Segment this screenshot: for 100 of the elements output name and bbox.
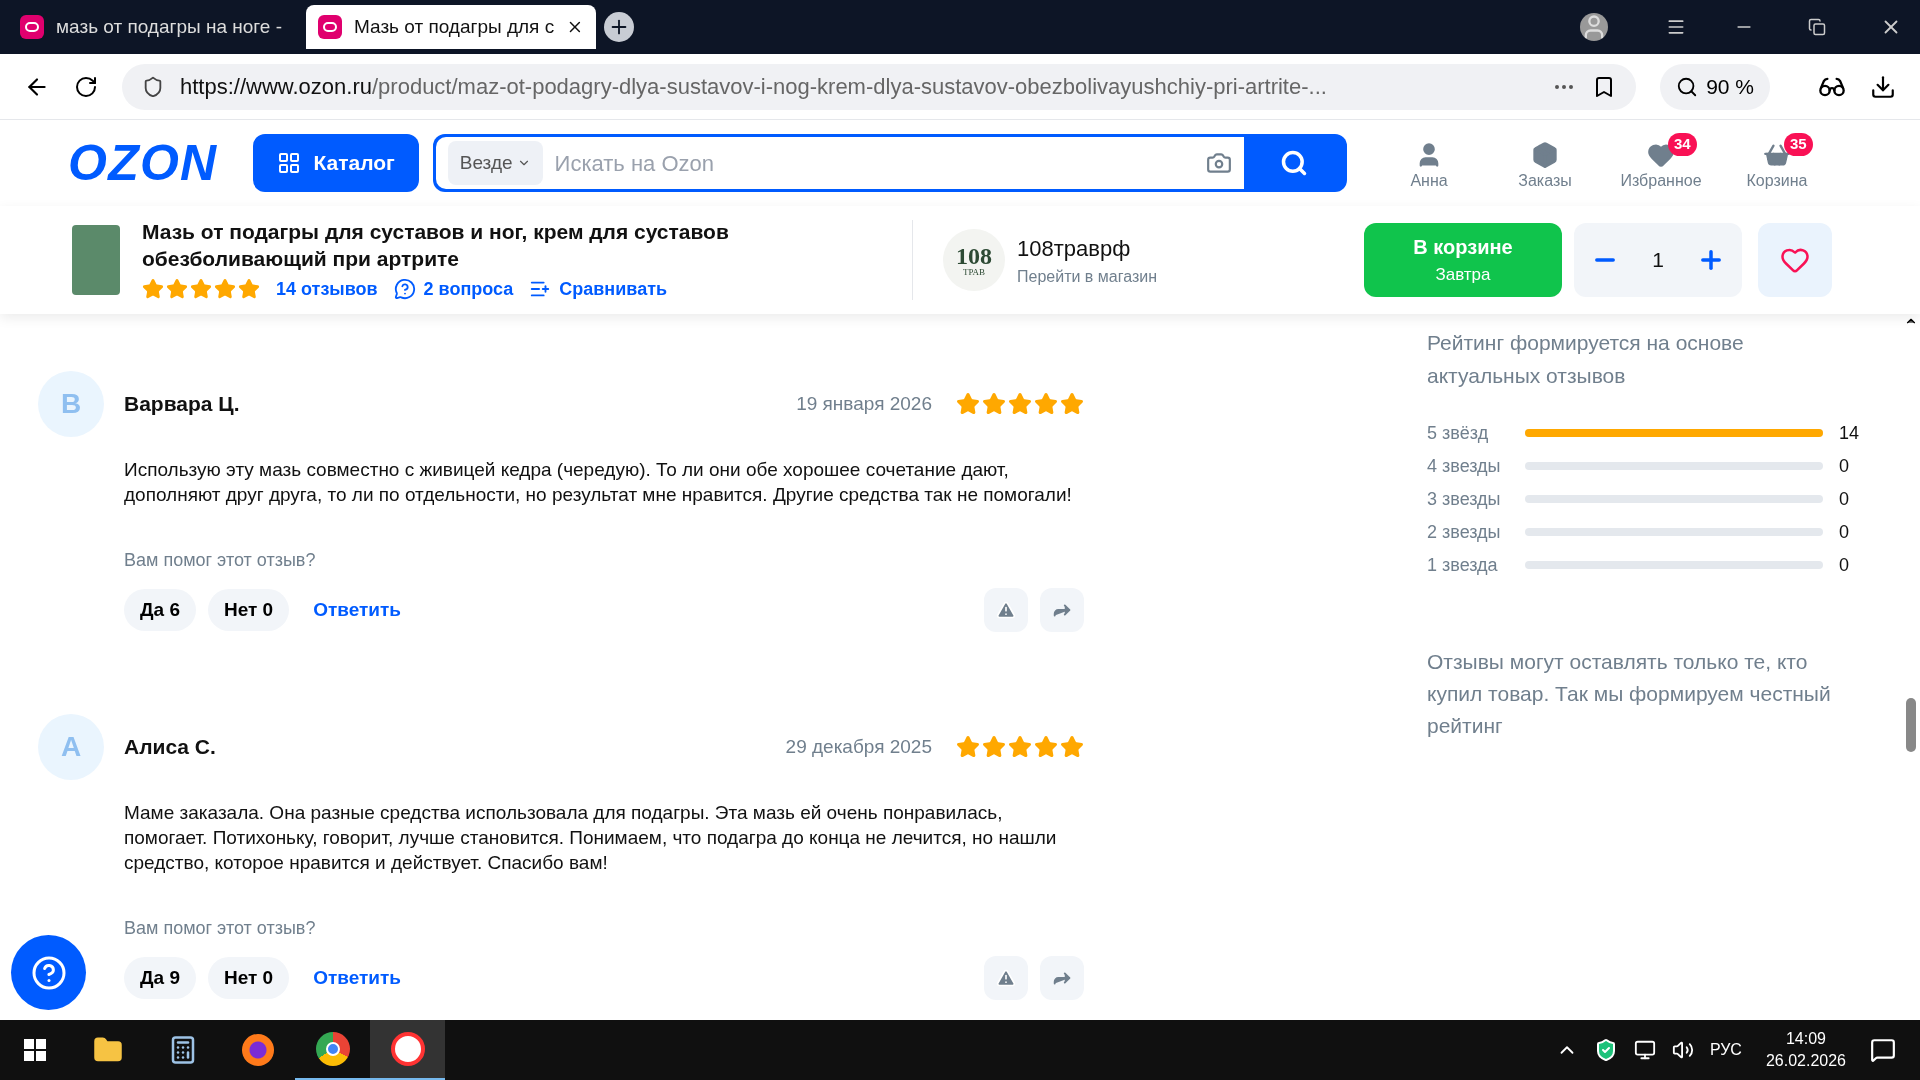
browser-tab[interactable]: Мазь от подагры для с: [306, 5, 596, 49]
avatar: В: [38, 371, 104, 437]
warning-icon: [996, 968, 1016, 988]
star-icon: [1008, 735, 1032, 759]
rating-footer: Отзывы могут оставлять только те, кто купил товар. Так мы формируем честный рейтинг: [1427, 646, 1867, 742]
quantity-stepper[interactable]: 1: [1574, 223, 1742, 297]
share-button[interactable]: [1040, 956, 1084, 1000]
star-icon: [982, 392, 1006, 416]
camera-icon[interactable]: [1205, 150, 1232, 176]
catalog-button[interactable]: Каталог: [253, 134, 419, 192]
review-text: Использую эту мазь совместно с живицей кедра (чередую). То ли они обе хорошее сочетание дают, дополняют друг друга, то ли по отдельности, но результат мне нравится. Другие средства так не помогали!: [124, 458, 1073, 507]
shop-logo[interactable]: 108 ТРАВ: [943, 229, 1005, 291]
language-indicator[interactable]: РУС: [1709, 1038, 1742, 1062]
star-icon: [1060, 392, 1084, 416]
help-icon: [30, 954, 67, 991]
search-field[interactable]: Везде Искать на Ozon: [432, 134, 1347, 192]
restore-icon[interactable]: [1808, 18, 1826, 36]
scope-dropdown[interactable]: Везде: [447, 140, 543, 186]
header-nav-item[interactable]: Избранное 34: [1618, 133, 1704, 193]
grid-icon: [277, 151, 302, 175]
star-icon: [1034, 392, 1058, 416]
search-placeholder: Искать на Ozon: [554, 149, 715, 178]
favorite-button[interactable]: [1758, 223, 1832, 297]
ozon-logo[interactable]: OZON: [68, 125, 218, 201]
tab-title: Мазь от подагры для с: [354, 14, 555, 39]
rating-count: 14: [1839, 421, 1860, 445]
shop-name[interactable]: 108траврф: [1017, 231, 1157, 265]
review-date: 19 января 2026: [796, 391, 932, 416]
avatar: А: [38, 714, 104, 780]
report-button[interactable]: [984, 956, 1028, 1000]
share-button[interactable]: [1040, 588, 1084, 632]
profile-icon[interactable]: [1580, 13, 1608, 41]
header-nav-item[interactable]: Заказы: [1502, 133, 1588, 193]
report-button[interactable]: [984, 588, 1028, 632]
count-badge: 35: [1784, 133, 1813, 156]
count-badge: 34: [1668, 133, 1697, 156]
scrollbar-thumb[interactable]: [1906, 698, 1916, 752]
rating-label: 4 звезды: [1427, 454, 1502, 478]
url-text: https://www.ozon.ru/product/maz-ot-podagry-dlya-sustavov-i-nog-krem-dlya-sustavov-obezbolivayushchiy-pri-artrite-...: [180, 73, 1328, 101]
rating-count: 0: [1839, 520, 1849, 544]
yes-button[interactable]: Да 6: [124, 589, 196, 631]
volume-icon[interactable]: [1671, 1039, 1694, 1061]
ozon-favicon-icon: [20, 15, 44, 39]
star-icon: [214, 278, 236, 300]
browser-tab[interactable]: мазь от подагры на ноге -: [8, 5, 298, 49]
review-date: 29 декабря 2025: [785, 734, 932, 759]
rating-label: 1 звезда: [1427, 553, 1499, 577]
ozon-favicon-icon: [318, 15, 342, 39]
rating-count: 0: [1839, 487, 1849, 511]
reviews-link[interactable]: 14 отзывов: [276, 275, 378, 303]
yes-button[interactable]: Да 9: [124, 957, 196, 999]
product-photo: [72, 225, 120, 295]
nav-icon: [1531, 141, 1559, 169]
questions-link[interactable]: 2 вопроса: [393, 275, 514, 303]
shop-link[interactable]: Перейти в магазин: [1017, 264, 1157, 289]
search-icon[interactable]: [1279, 149, 1308, 177]
network-icon[interactable]: [1633, 1039, 1656, 1061]
star-icon: [982, 735, 1006, 759]
rating-label: 3 звезды: [1427, 487, 1502, 511]
no-button[interactable]: Нет 0: [207, 957, 290, 999]
star-icon: [166, 278, 188, 300]
menu-icon[interactable]: [1666, 17, 1686, 37]
author-name: Алиса С.: [124, 734, 217, 761]
tab-title: мазь от подагры на ноге -: [56, 14, 284, 39]
question-icon: [393, 278, 416, 300]
clock[interactable]: 14:09 26.02.2026: [1765, 1028, 1846, 1072]
author-name: Варвара Ц.: [124, 391, 241, 418]
product-title: Мазь от подагры для суставов и ног, крем для суставов обезболивающий при артрите: [142, 218, 730, 272]
reload-icon[interactable]: [74, 74, 98, 99]
rating-label: 2 звезды: [1427, 520, 1502, 544]
nav-icon: [1647, 141, 1675, 169]
star-icon: [1034, 735, 1058, 759]
zoom-button[interactable]: 90 %: [1660, 63, 1770, 110]
download-icon[interactable]: [1870, 73, 1896, 100]
header-nav-item[interactable]: Анна: [1386, 133, 1472, 193]
chrome-icon[interactable]: [315, 1032, 350, 1066]
reply-link[interactable]: Ответить: [313, 963, 401, 993]
header-nav-item[interactable]: Корзина 35: [1734, 133, 1820, 193]
compare-link[interactable]: Сравнивать: [529, 275, 668, 303]
star-icon: [956, 735, 980, 759]
star-icon: [1008, 392, 1032, 416]
star-icon: [1060, 735, 1084, 759]
address-field[interactable]: https://www.ozon.ru/product/maz-ot-podagry-dlya-sustavov-i-nog-krem-dlya-sustavov-obezbolivayushchiy-pri-artrite-...: [122, 63, 1637, 110]
firefox-icon[interactable]: [241, 1034, 274, 1066]
star-icon: [142, 278, 164, 300]
warning-icon: [996, 600, 1016, 620]
rating-note: Рейтинг формируется на основе актуальных отзывов: [1427, 330, 1745, 389]
helpful-question: Вам помог этот отзыв?: [124, 917, 317, 940]
star-icon: [956, 392, 980, 416]
helpful-question: Вам помог этот отзыв?: [124, 549, 317, 572]
star-icon: [238, 278, 260, 300]
star-icon: [190, 278, 212, 300]
notifications-icon[interactable]: [1870, 1037, 1896, 1063]
rating-count: 0: [1839, 553, 1849, 577]
new-tab-icon[interactable]: [604, 12, 634, 42]
review-text: Маме заказала. Она разные средства использовала для подагры. Эта мазь ей очень понравилась, помогает. Потихоньку, говорит, лучше становится. Понимаем, что подагра до конца не лечится, но нашли средство, которое нравится и действует. Спасибо вам!: [124, 801, 1058, 875]
rating-count: 0: [1839, 454, 1849, 478]
shield-icon: [142, 75, 164, 98]
reply-link[interactable]: Ответить: [313, 595, 401, 625]
no-button[interactable]: Нет 0: [207, 589, 290, 631]
